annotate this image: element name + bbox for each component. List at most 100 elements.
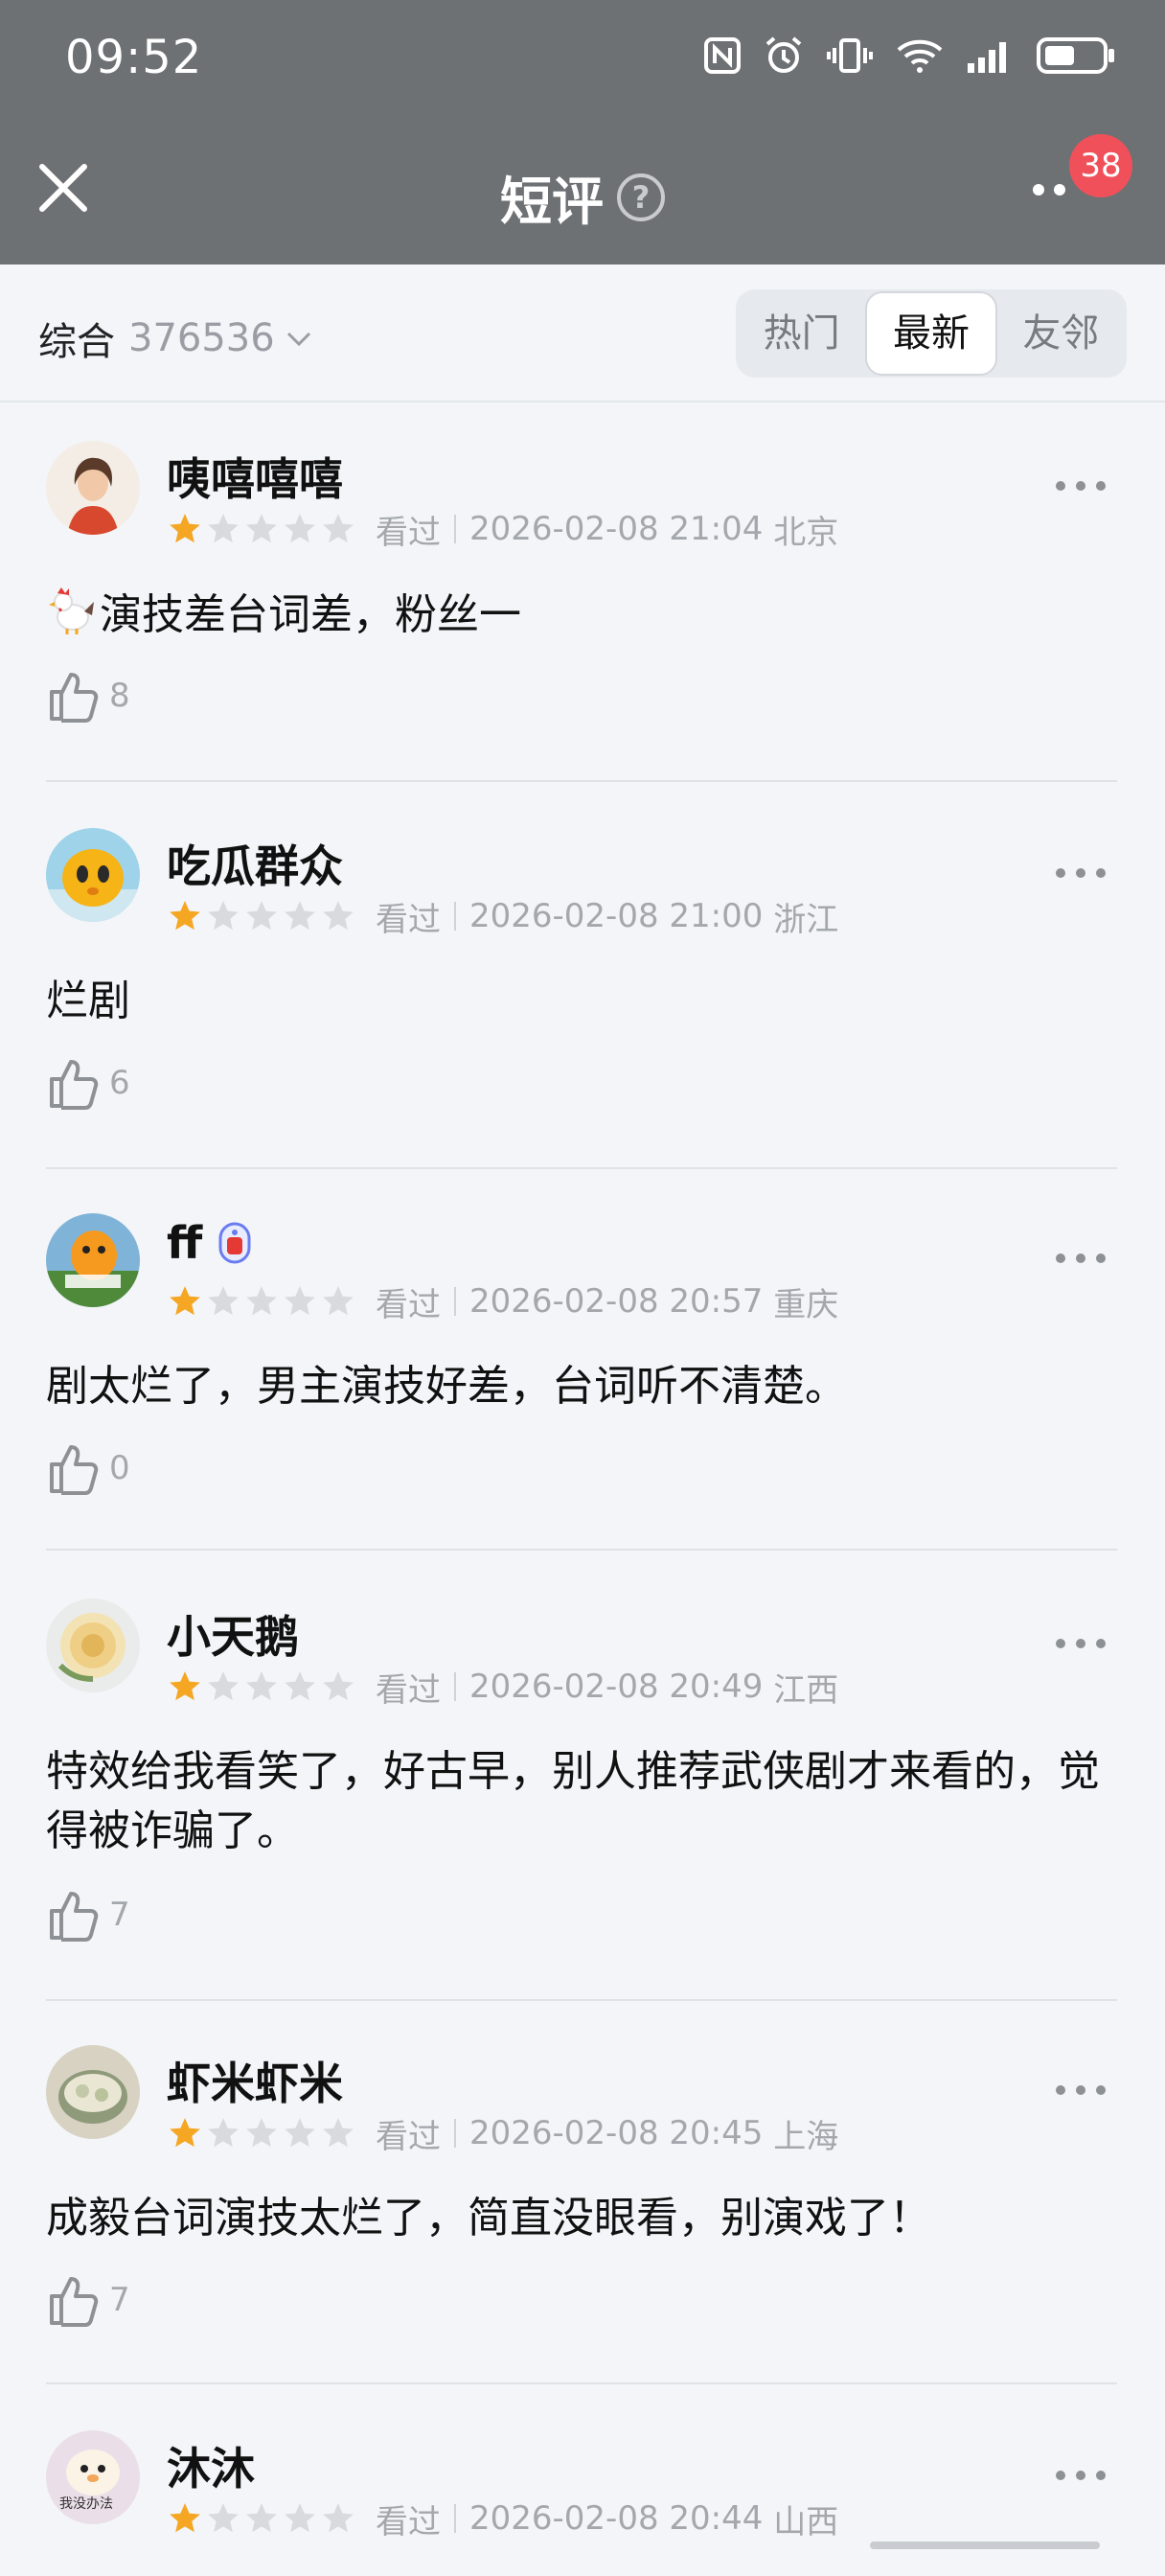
page-title: 短评 [500,172,604,232]
divider [46,780,1117,782]
like-count: 0 [109,1449,130,1487]
thumbs-up-icon [50,673,99,723]
avatar[interactable] [46,828,140,922]
watch-status: 看过 [376,1670,441,1710]
rating-stars [167,511,356,547]
like-button[interactable]: 7 [46,2271,130,2329]
review-datetime: 2026-02-08 20:57 [469,1282,764,1321]
star-icon [246,901,277,931]
more-options-icon[interactable] [1054,1252,1108,1265]
question-circle-icon[interactable]: ? [617,172,665,221]
more-options-icon[interactable] [1054,866,1108,880]
rating-stars [167,2500,356,2537]
home-indicator[interactable] [870,2542,1100,2549]
rooster-emoji-icon [49,587,94,634]
rating-stars [167,1283,356,1320]
username[interactable]: 吃瓜群众 [167,832,343,895]
thumbs-up-icon [50,1445,99,1495]
review-content: 演技差台词差，粉丝一 [46,585,1129,645]
star-icon [285,2503,315,2533]
alarm-icon [765,36,802,73]
separator [454,902,456,931]
battery-icon [1037,37,1114,74]
separator [454,1672,456,1701]
username[interactable]: 沐沐 [167,2434,255,2497]
review-meta: 看过 2026-02-08 20:45 上海 [167,2112,839,2156]
thumbs-up-icon [50,1060,99,1110]
sort-label: 综合 [38,320,115,364]
star-icon [323,2503,354,2533]
star-icon [170,2503,200,2533]
star-icon [246,1671,277,1701]
star-icon [323,1286,354,1316]
sort-dropdown[interactable]: 综合 376536 [38,310,313,366]
avatar[interactable]: 我没办法 [46,2430,140,2524]
review-text: 演技差台词差，粉丝一 [100,590,521,639]
review-meta: 看过 2026-02-08 20:57 重庆 [167,1280,838,1324]
star-icon [323,2118,354,2148]
review-datetime: 2026-02-08 20:44 [469,2499,764,2538]
username[interactable]: ff [167,1217,254,1269]
rating-stars [167,1668,356,1705]
star-icon [246,2503,277,2533]
divider [46,1549,1117,1551]
status-icons [703,34,1117,77]
star-icon [208,1671,239,1701]
more-options-icon[interactable] [1054,2469,1108,2482]
watch-status: 看过 [376,2117,441,2156]
more-options-icon[interactable] [1031,180,1079,199]
review-location: 江西 [773,1670,839,1710]
like-count: 6 [109,1064,130,1102]
star-icon [323,1671,354,1701]
review-meta: 看过 2026-02-08 21:04 北京 [167,508,839,552]
review-meta: 看过 2026-02-08 21:00 浙江 [167,895,839,939]
star-icon [208,2503,239,2533]
star-icon [170,2118,200,2148]
review-location: 北京 [773,513,839,552]
review-content: 成毅台词演技太烂了，简直没眼看，别演戏了！ [46,2194,931,2242]
avatar[interactable] [46,2045,140,2139]
rating-stars [167,2115,356,2151]
star-icon [285,901,315,931]
username-text: ff [167,1217,203,1269]
star-icon [170,1286,200,1316]
like-button[interactable]: 0 [46,1439,130,1497]
tab-hot[interactable]: 热门 [738,291,865,376]
more-options-icon[interactable] [1054,1637,1108,1650]
title-wrap: 短评? [0,159,1165,235]
tab-latest[interactable]: 最新 [865,291,997,376]
tab-friends[interactable]: 友邻 [997,291,1125,376]
divider [46,1167,1117,1169]
review-location: 上海 [773,2117,839,2156]
star-icon [285,1286,315,1316]
more-options-icon[interactable] [1054,479,1108,493]
more-options-icon[interactable] [1054,2083,1108,2097]
like-count: 7 [109,2281,130,2319]
like-button[interactable]: 7 [46,1886,130,1944]
star-icon [208,1286,239,1316]
status-bar: 09:52 [0,0,1165,121]
avatar[interactable] [46,441,140,535]
star-icon [246,2118,277,2148]
divider [46,2382,1117,2384]
review-datetime: 2026-02-08 21:04 [469,510,764,548]
sort-tabs: 热门 最新 友邻 [736,289,1127,378]
filter-bar: 综合 376536 热门 最新 友邻 [0,264,1165,402]
star-icon [285,2118,315,2148]
nfc-icon [704,37,741,74]
like-count: 8 [109,677,130,715]
separator [454,2119,456,2148]
avatar[interactable] [46,1213,140,1307]
review-location: 浙江 [773,900,839,939]
watch-status: 看过 [376,513,441,552]
vibrate-icon [827,38,873,73]
avatar[interactable] [46,1598,140,1692]
username[interactable]: 虾米虾米 [167,2049,343,2112]
star-icon [208,514,239,543]
like-button[interactable]: 6 [46,1054,130,1112]
notification-badge[interactable]: 38 [1069,134,1132,197]
username[interactable]: 小天鹅 [167,1602,299,1666]
review-datetime: 2026-02-08 21:00 [469,897,764,935]
like-button[interactable]: 8 [46,667,130,724]
username[interactable]: 咦嘻嘻嘻 [167,445,343,508]
